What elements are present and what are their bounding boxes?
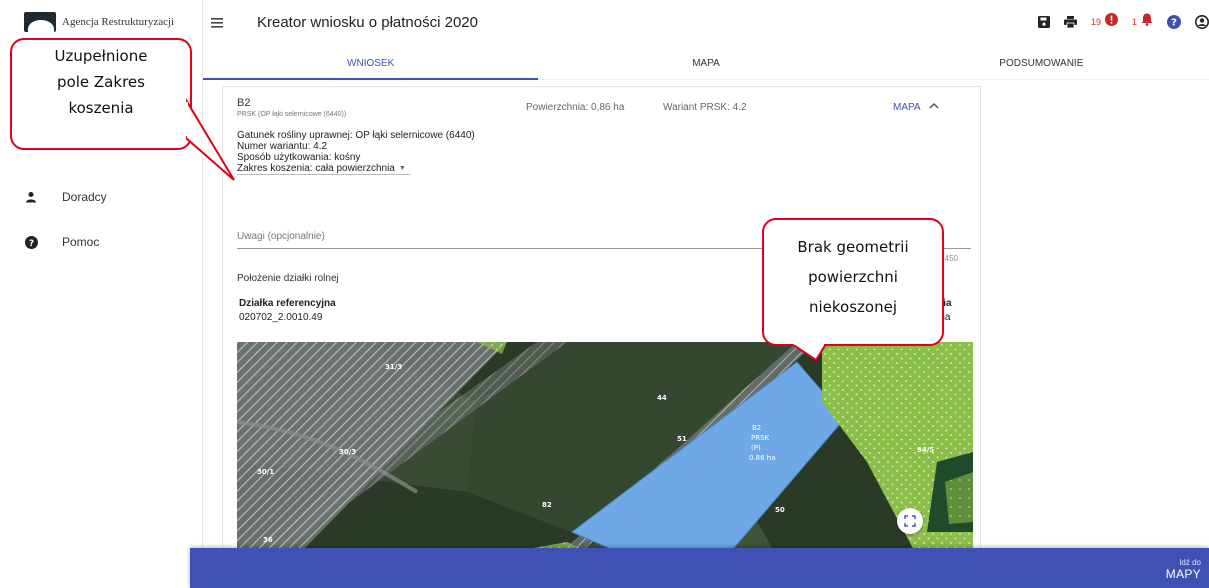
map-label: (P)	[751, 444, 761, 452]
map-label: 30/1	[257, 468, 275, 476]
map-label: 94/5	[917, 446, 935, 454]
reference-plot-label: Działka referencyjna	[239, 298, 336, 309]
sidebar-item-label: Doradcy	[62, 190, 107, 204]
chevron-down-icon: ▼	[398, 165, 406, 172]
callout-line: Uzupełnione	[54, 47, 148, 65]
callout-line: Brak geometrii	[797, 238, 909, 256]
map-label: PRSK	[751, 434, 770, 442]
toolbar: 19 1 ?	[1024, 13, 1209, 31]
sidebar-item-doradcy[interactable]: Doradcy	[24, 190, 107, 204]
fullscreen-button[interactable]	[897, 508, 923, 534]
map-link[interactable]: MAPA	[893, 102, 921, 113]
callout-line: niekoszonej	[808, 298, 897, 316]
usage-text: Sposób użytkowania: kośny	[237, 152, 361, 163]
bottom-bar: Idź do MAPY	[190, 548, 1209, 588]
agency-logo-text: Agencja Restrukturyzacji	[62, 16, 175, 28]
map-label: 30/3	[339, 448, 357, 456]
person-icon	[24, 190, 38, 204]
species-text: Gatunek rośliny uprawnej: OP łąki selern…	[237, 130, 475, 141]
save-icon[interactable]	[1037, 16, 1050, 28]
location-title: Położenie działki rolnej	[237, 273, 339, 284]
error-icon	[1104, 13, 1118, 31]
svg-text:?: ?	[28, 239, 33, 249]
map-label: 36	[263, 536, 273, 544]
sidebar-item-pomoc[interactable]: ? Pomoc	[24, 235, 99, 249]
print-icon[interactable]	[1063, 16, 1077, 28]
map-label: 50	[775, 506, 785, 514]
fullscreen-icon	[904, 515, 916, 527]
map-label: 82	[542, 501, 552, 509]
menu-icon[interactable]	[211, 15, 225, 29]
tab-wniosek[interactable]: WNIOSEK	[203, 46, 539, 80]
map-label: 44	[657, 394, 667, 402]
tab-bar: WNIOSEK MAPA PODSUMOWANIE	[203, 46, 1209, 80]
plot-details: Gatunek rośliny uprawnej: OP łąki selern…	[237, 130, 475, 175]
variant-number-text: Numer wariantu: 4.2	[237, 141, 328, 152]
go-to-map-button[interactable]: Idź do MAPY	[1166, 558, 1201, 581]
callout-line: pole Zakres	[57, 73, 145, 91]
tab-mapa[interactable]: MAPA	[538, 46, 873, 79]
callout-no-geometry: Brak geometrii powierzchni niekoszonej	[762, 218, 944, 346]
callout-line: koszenia	[68, 99, 134, 117]
go-to-label: Idź do	[1179, 558, 1201, 567]
notes-placeholder: Uwagi (opcjonalnie)	[237, 231, 325, 242]
top-bar: Kreator wniosku o płatności 2020 19 1 ?	[203, 0, 1209, 46]
agency-logo-mark	[24, 12, 56, 32]
help-icon[interactable]: ?	[1167, 15, 1181, 29]
callout-pointer	[790, 344, 828, 362]
plot-subtitle: PRSK (OP łąki selernicowe (6440))	[237, 111, 347, 118]
tab-podsumowanie[interactable]: PODSUMOWANIE	[874, 46, 1209, 79]
map-label: 51	[677, 435, 687, 443]
reference-plot-value: 020702_2.0010.49	[239, 312, 323, 323]
map-label: 31/3	[385, 363, 403, 371]
notifications-indicator[interactable]: 1	[1132, 13, 1153, 31]
page-title: Kreator wniosku o płatności 2020	[257, 14, 478, 31]
bell-icon	[1141, 13, 1153, 31]
map-label: B2	[752, 424, 762, 432]
callout-line: powierzchni	[808, 268, 898, 286]
plot-name: B2	[237, 97, 251, 109]
sidebar-item-label: Pomoc	[62, 235, 100, 249]
callout-pointer	[186, 98, 235, 181]
errors-count: 19	[1090, 17, 1101, 27]
callout-mowing-scope: Uzupełnione pole Zakres koszenia	[10, 38, 192, 150]
map-label: 0.86 ha	[749, 454, 776, 462]
agency-logo[interactable]: Agencja Restrukturyzacji	[24, 12, 174, 32]
mowing-scope-value: Zakres koszenia: cała powierzchnia	[237, 163, 395, 174]
plot-variant: Wariant PRSK: 4.2	[663, 102, 747, 113]
account-icon[interactable]	[1195, 15, 1209, 29]
svg-text:?: ?	[1171, 18, 1177, 29]
mowing-scope-select[interactable]: Zakres koszenia: cała powierzchnia ▼	[237, 163, 410, 175]
notifications-count: 1	[1131, 17, 1137, 27]
errors-indicator[interactable]: 19	[1091, 13, 1118, 31]
plot-map[interactable]: 31/3 44 51 30/3 30/1 82 50 36 94/5 B2 PR…	[237, 342, 973, 556]
plot-area: Powierzchnia: 0,86 ha	[526, 102, 625, 113]
chevron-up-icon[interactable]	[929, 102, 939, 113]
go-to-target: MAPY	[1165, 567, 1201, 581]
help-circle-icon: ?	[24, 235, 38, 249]
